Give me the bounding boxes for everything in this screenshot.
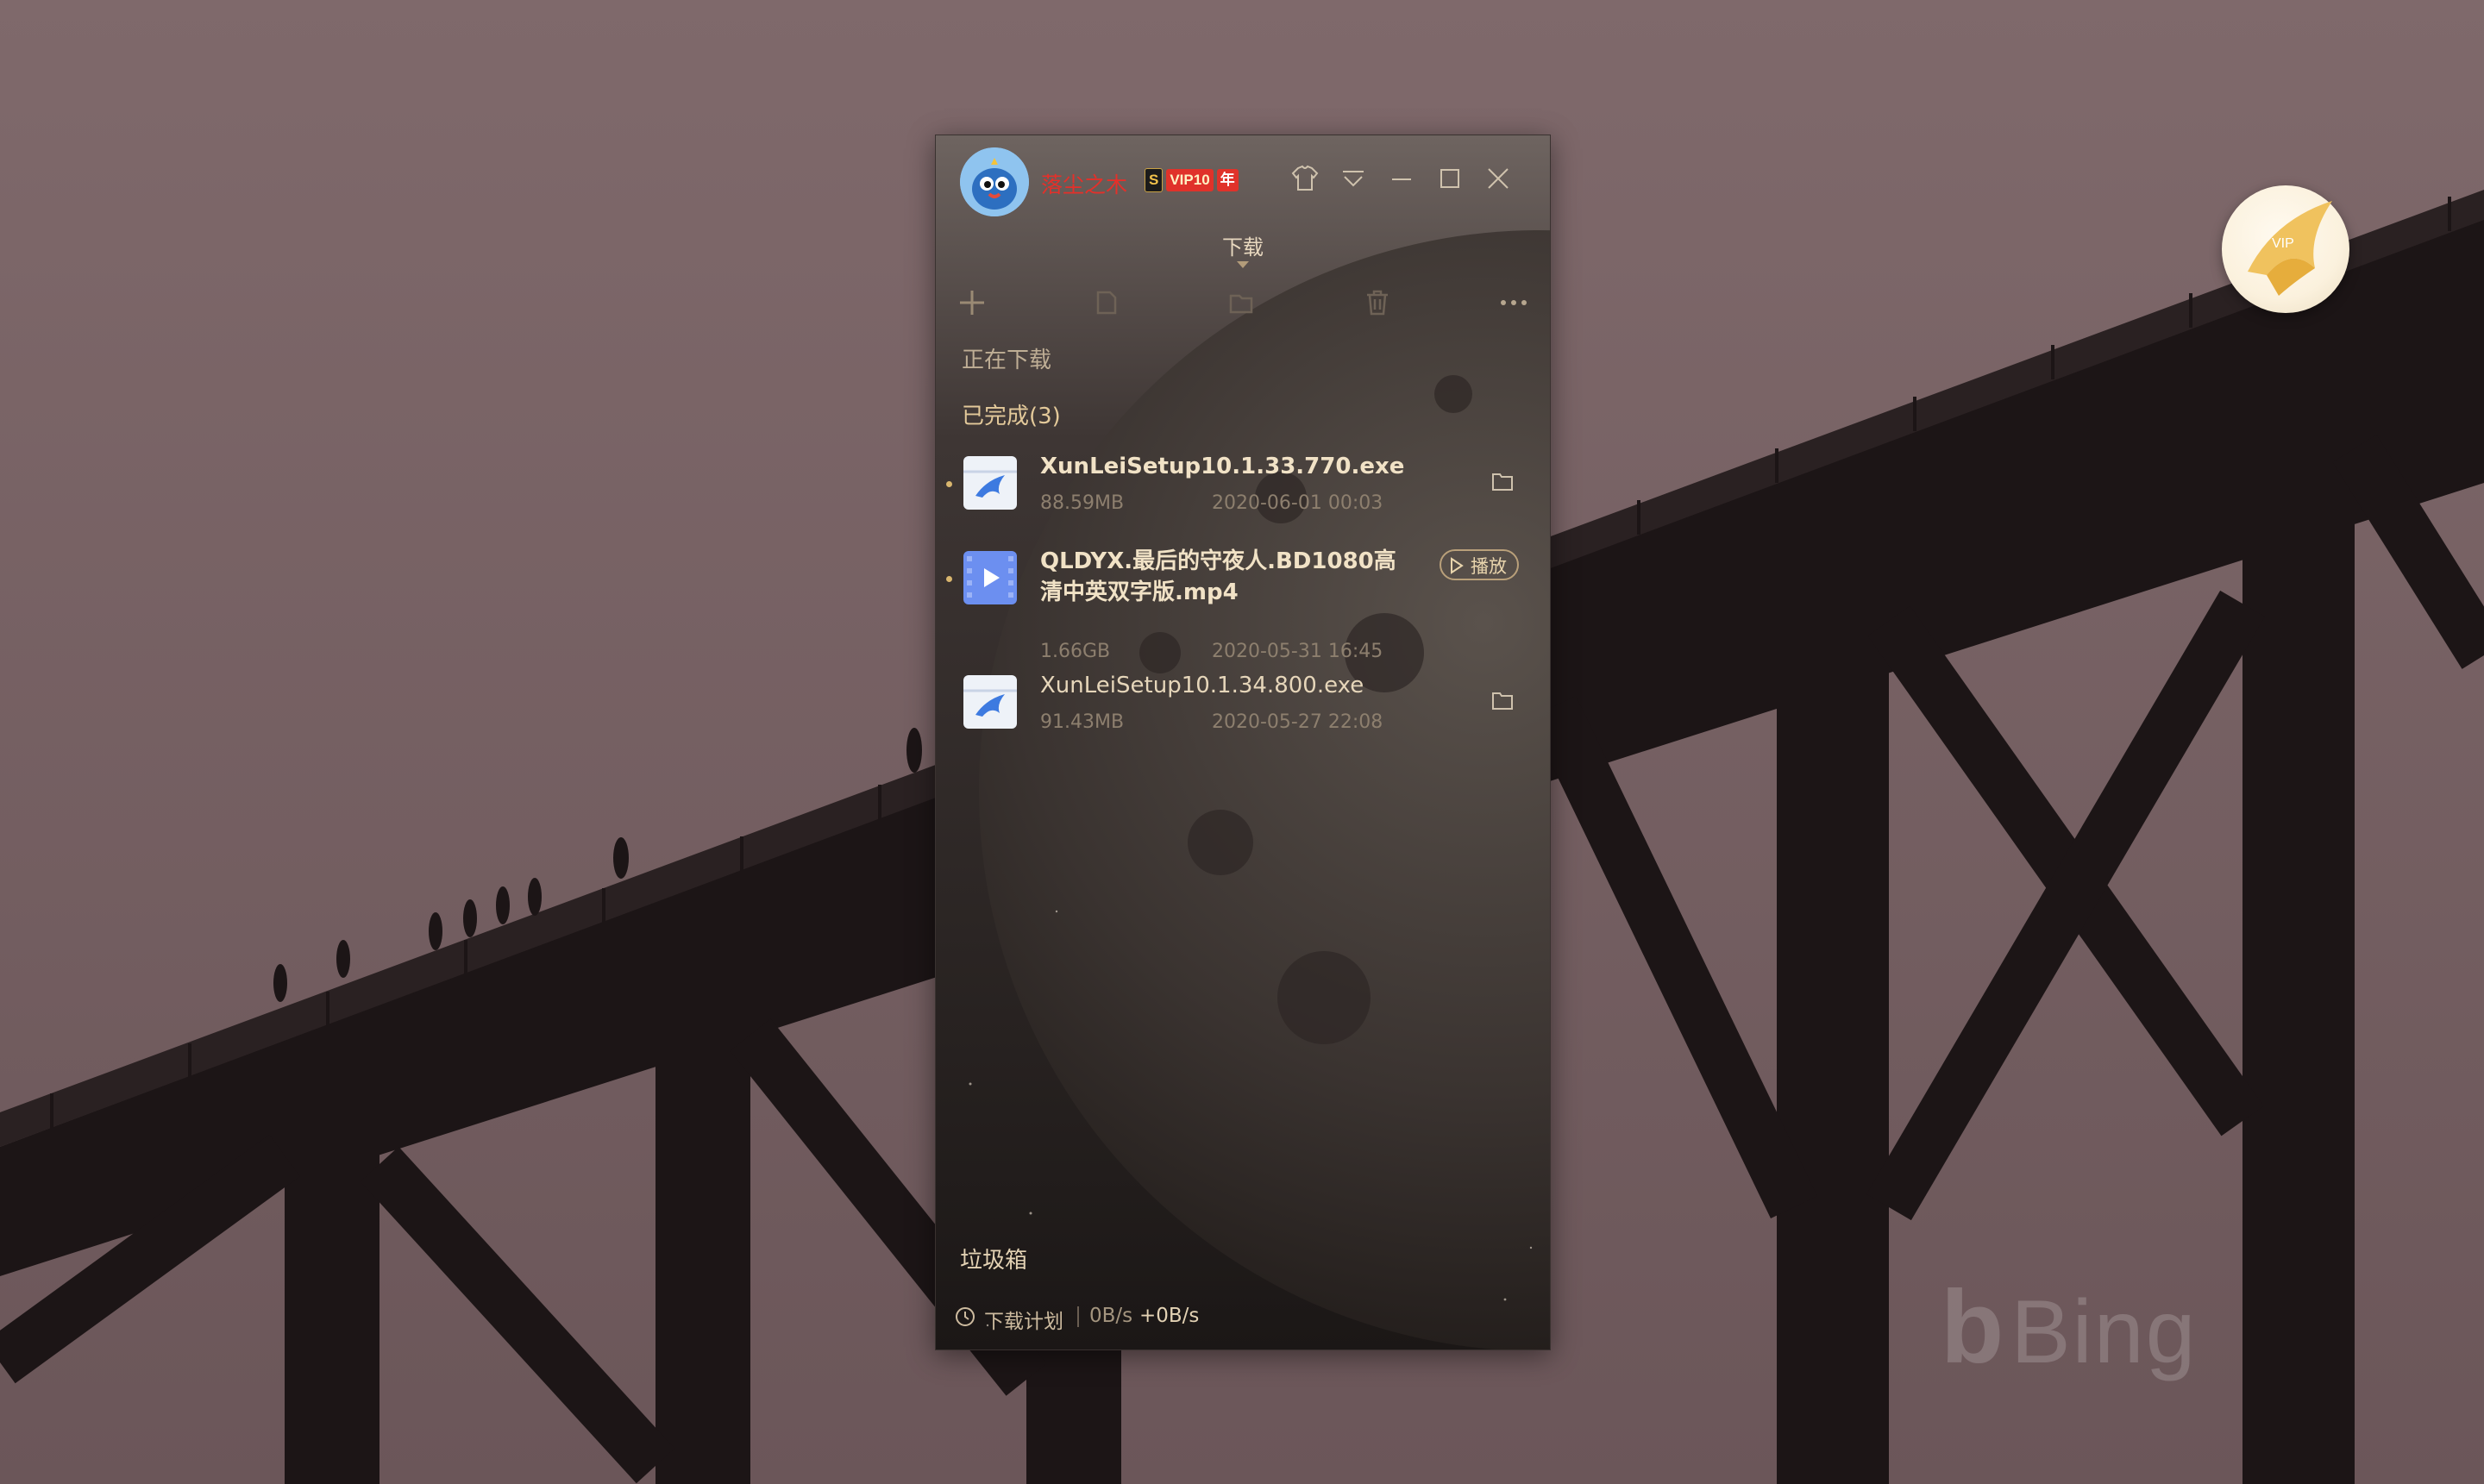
video-file-icon [963,551,1017,604]
year-badge: 年 [1216,169,1239,191]
minimize-icon[interactable] [1384,161,1419,196]
user-avatar[interactable] [960,147,1029,216]
menu-icon[interactable] [1336,161,1371,196]
xunlei-window: 落尘之木 S VIP10 年 下载 正在下载 已完成(3) XunLeiSetu… [935,135,1551,1350]
file-size: 88.59MB [1040,492,1125,514]
new-indicator-dot [946,576,952,582]
tab-download[interactable]: 下载 [936,230,1550,260]
super-badge: S [1145,168,1164,192]
status-divider [1077,1306,1079,1327]
status-bar: 下载计划 0B/s +0B/s [936,1287,1550,1349]
file-size: 1.66GB [1040,641,1111,662]
file-date: 2020-05-27 22:08 [1212,711,1383,733]
play-icon [1451,557,1464,574]
tab-active-indicator [1237,261,1249,268]
clock-icon[interactable] [953,1305,977,1329]
list-item[interactable]: XunLeiSetup10.1.34.800.exe 91.43MB 2020-… [936,673,1550,768]
file-name-line-2: 清中英双字版.mp4 [1040,579,1239,605]
avatar-bird-icon [960,147,1029,216]
skin-icon[interactable] [1288,161,1322,196]
file-size: 91.43MB [1040,711,1125,733]
file-date: 2020-05-31 16:45 [1212,641,1383,662]
vip-badges[interactable]: S VIP10 年 [1145,168,1239,192]
vip-level-badge: VIP10 [1166,169,1214,191]
svg-text:VIP: VIP [2272,236,2294,251]
folder-icon[interactable] [1222,284,1260,322]
play-label: 播放 [1471,556,1507,577]
file-date: 2020-06-01 00:03 [1212,492,1383,514]
delete-icon[interactable] [1358,284,1396,322]
upload-speed: +0B/s [1139,1305,1200,1327]
close-icon[interactable] [1481,161,1515,196]
new-indicator-dot [946,481,952,487]
vip-floating-badge[interactable]: VIP [2222,185,2349,313]
section-downloading[interactable]: 正在下载 [962,342,1051,374]
add-icon[interactable] [953,284,991,322]
open-folder-icon[interactable] [1488,686,1517,715]
maximize-icon[interactable] [1433,161,1467,196]
username[interactable]: 落尘之木 [1041,168,1127,199]
section-completed[interactable]: 已完成(3) [962,398,1061,430]
file-name-line-1: QLDYX.最后的守夜人.BD1080高 [1040,548,1396,574]
file-name: XunLeiSetup10.1.33.770.exe [1040,454,1405,479]
exe-file-icon [963,456,1017,510]
download-plan-link[interactable]: 下载计划 [984,1305,1063,1334]
file-name: XunLeiSetup10.1.34.800.exe [1040,673,1364,698]
section-trash[interactable]: 垃圾箱 [960,1243,1027,1274]
more-icon[interactable] [1495,284,1533,322]
start-icon[interactable] [1088,284,1126,322]
download-speed: 0B/s [1089,1305,1133,1327]
list-item[interactable]: QLDYX.最后的守夜人.BD1080高 清中英双字版.mp4 1.66GB 2… [936,548,1550,679]
exe-file-icon [963,675,1017,729]
open-folder-icon[interactable] [1488,466,1517,496]
vip-bird-icon: VIP [2248,201,2332,296]
bing-watermark: bBing [1941,1269,2198,1385]
play-button[interactable]: 播放 [1440,549,1519,580]
list-item[interactable]: XunLeiSetup10.1.33.770.exe 88.59MB 2020-… [936,454,1550,549]
